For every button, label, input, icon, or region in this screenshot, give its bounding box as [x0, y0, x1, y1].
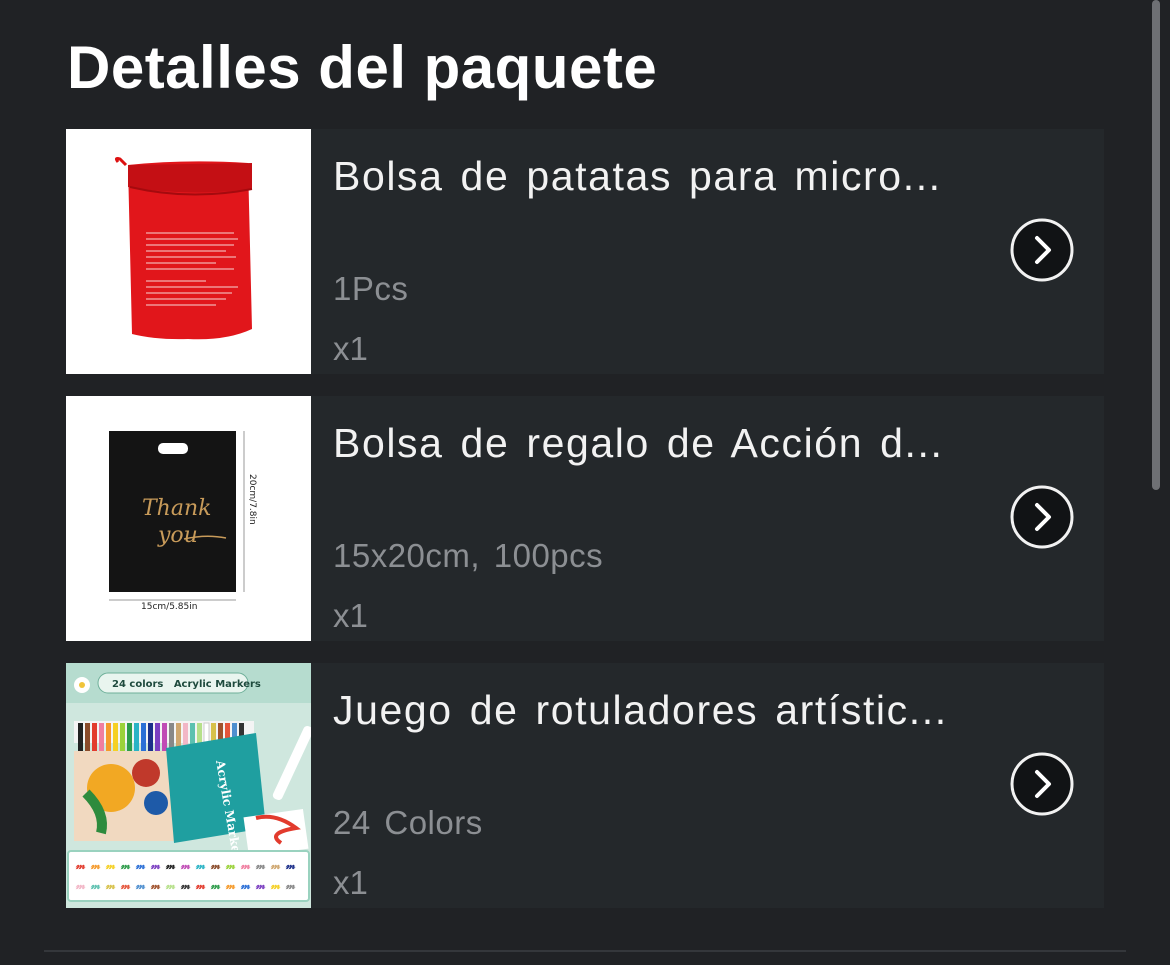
item-quantity: x1: [333, 330, 368, 367]
svg-text:𝓂: 𝓂: [270, 879, 281, 892]
item-variant: 24 Colors: [333, 804, 483, 841]
scrollbar[interactable]: [1152, 0, 1160, 490]
thank-you-text: you: [157, 523, 198, 548]
svg-text:𝓂: 𝓂: [75, 879, 86, 892]
svg-text:𝓂: 𝓂: [165, 859, 176, 872]
svg-text:𝓂: 𝓂: [150, 859, 161, 872]
svg-text:𝓂: 𝓂: [135, 879, 146, 892]
width-label: 15cm/5.85in: [141, 602, 197, 612]
svg-text:𝓂: 𝓂: [165, 879, 176, 892]
svg-text:𝓂: 𝓂: [225, 879, 236, 892]
package-item[interactable]: Bolsa de patatas para micro... 1Pcs x1: [66, 129, 1104, 374]
svg-text:𝓂: 𝓂: [120, 879, 131, 892]
acrylic-markers-set-image: 24 colors Acrylic Markers Acrylic Marker…: [66, 663, 311, 908]
page-title: Detalles del paquete: [67, 34, 658, 101]
banner-text: 24 colors Acrylic Markers: [112, 679, 261, 690]
svg-text:𝓂: 𝓂: [270, 859, 281, 872]
svg-text:𝓂: 𝓂: [180, 879, 191, 892]
svg-text:𝓂: 𝓂: [120, 859, 131, 872]
svg-text:𝓂: 𝓂: [210, 859, 221, 872]
package-details-page: Detalles del paquete Bolsa de patatas pa…: [0, 0, 1170, 965]
thank-you-text: Thank: [142, 496, 211, 521]
svg-text:𝓂: 𝓂: [105, 859, 116, 872]
svg-text:𝓂: 𝓂: [180, 859, 191, 872]
svg-text:𝓂: 𝓂: [90, 879, 101, 892]
item-name: Bolsa de regalo de Acción d...: [333, 420, 944, 466]
svg-text:𝓂: 𝓂: [255, 859, 266, 872]
package-item[interactable]: 24 colors Acrylic Markers Acrylic Marker…: [66, 663, 1104, 908]
svg-text:𝓂: 𝓂: [210, 879, 221, 892]
svg-text:𝓂: 𝓂: [240, 879, 251, 892]
svg-text:𝓂: 𝓂: [105, 879, 116, 892]
svg-text:𝓂: 𝓂: [225, 859, 236, 872]
item-variant: 15x20cm, 100pcs: [333, 537, 604, 574]
black-gift-bag-image: Thank you 20cm/7.8in 15cm/5.85in: [66, 396, 311, 641]
svg-text:𝓂: 𝓂: [195, 879, 206, 892]
item-variant: 1Pcs: [333, 270, 409, 307]
svg-text:𝓂: 𝓂: [195, 859, 206, 872]
svg-text:𝓂: 𝓂: [240, 859, 251, 872]
svg-text:𝓂: 𝓂: [285, 879, 296, 892]
red-potato-bag-image: [66, 129, 311, 374]
item-name: Juego de rotuladores artístic...: [333, 687, 948, 733]
svg-text:𝓂: 𝓂: [150, 879, 161, 892]
item-name: Bolsa de patatas para micro...: [333, 153, 942, 199]
svg-text:𝓂: 𝓂: [255, 879, 266, 892]
height-label: 20cm/7.8in: [247, 474, 257, 525]
chevron-right-icon[interactable]: [1010, 485, 1074, 549]
svg-text:𝓂: 𝓂: [75, 859, 86, 872]
svg-text:𝓂: 𝓂: [135, 859, 146, 872]
divider: [44, 950, 1126, 952]
chevron-right-icon[interactable]: [1010, 752, 1074, 816]
item-quantity: x1: [333, 864, 368, 901]
svg-text:𝓂: 𝓂: [285, 859, 296, 872]
svg-text:𝓂: 𝓂: [90, 859, 101, 872]
item-quantity: x1: [333, 597, 368, 634]
package-item[interactable]: Thank you 20cm/7.8in 15cm/5.85in Bolsa d…: [66, 396, 1104, 641]
chevron-right-icon[interactable]: [1010, 218, 1074, 282]
